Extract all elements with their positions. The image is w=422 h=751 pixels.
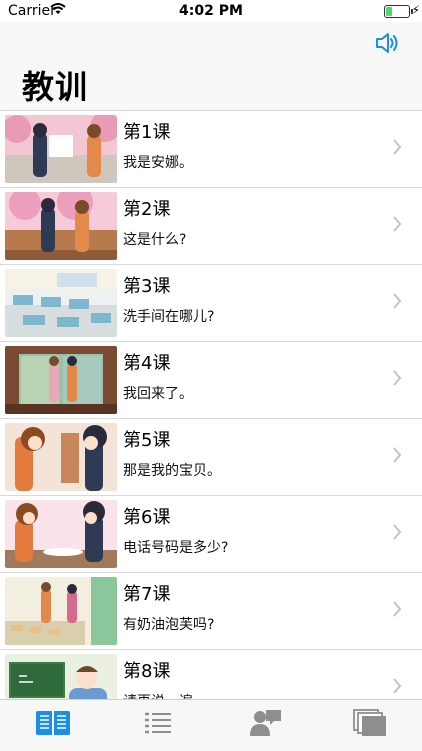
lesson-sentence: 请再说一遍。 (123, 691, 207, 699)
chevron-right-icon (393, 293, 402, 309)
chevron-right-icon (393, 678, 402, 694)
list-icon[interactable] (140, 708, 176, 738)
speaker-icon[interactable] (374, 30, 400, 56)
lesson-label: 第6课 (123, 507, 171, 528)
lesson-sentence: 这是什么? (123, 232, 187, 248)
lesson-thumbnail (5, 423, 117, 491)
lesson-thumbnail (5, 654, 117, 699)
clock: 4:02 PM (179, 3, 243, 19)
lesson-sentence: 洗手间在哪儿? (123, 309, 215, 325)
lesson-thumbnail (5, 269, 117, 337)
lesson-label: 第7课 (123, 584, 171, 605)
lesson-row[interactable]: 第8课 请再说一遍。 (0, 650, 422, 699)
lesson-row[interactable]: 第3课 洗手间在哪儿? (0, 265, 422, 342)
lesson-thumbnail (5, 577, 117, 645)
lesson-row[interactable]: 第1课 我是安娜。 (0, 111, 422, 188)
chevron-right-icon (393, 370, 402, 386)
chevron-right-icon (393, 524, 402, 540)
lesson-thumbnail (5, 500, 117, 568)
status-bar: Carrier 4:02 PM ⚡ (0, 0, 422, 22)
tab-bar (0, 699, 422, 751)
chevron-right-icon (393, 139, 402, 155)
lesson-label: 第2课 (123, 199, 171, 220)
battery-fill (386, 7, 392, 16)
lesson-row[interactable]: 第5课 那是我的宝贝。 (0, 419, 422, 496)
lesson-sentence: 我是安娜。 (123, 155, 193, 171)
battery-icon (384, 5, 413, 18)
lesson-sentence: 我回来了。 (123, 386, 193, 402)
lesson-label: 第8课 (123, 661, 171, 682)
conversation-icon[interactable] (247, 708, 283, 738)
cards-icon[interactable] (352, 708, 388, 738)
page-title: 教训 (22, 68, 89, 106)
lesson-sentence: 电话号码是多少? (123, 540, 229, 556)
lesson-thumbnail (5, 346, 117, 414)
chevron-right-icon (393, 216, 402, 232)
lesson-sentence: 有奶油泡芙吗? (123, 617, 215, 633)
lesson-label: 第1课 (123, 122, 171, 143)
lesson-label: 第5课 (123, 430, 171, 451)
lesson-sentence: 那是我的宝贝。 (123, 463, 221, 479)
lesson-row[interactable]: 第6课 电话号码是多少? (0, 496, 422, 573)
book-icon[interactable] (35, 708, 71, 738)
chevron-right-icon (393, 447, 402, 463)
lesson-thumbnail (5, 192, 117, 260)
lesson-row[interactable]: 第7课 有奶油泡芙吗? (0, 573, 422, 650)
lesson-label: 第4课 (123, 353, 171, 374)
lesson-thumbnail (5, 115, 117, 183)
charging-icon: ⚡ (411, 3, 420, 17)
lesson-row[interactable]: 第2课 这是什么? (0, 188, 422, 265)
lesson-list: 第1课 我是安娜。 第2课 这是什么? 第3课 洗手间在哪儿? 第4课 我回来了… (0, 111, 422, 699)
navigation-header: 教训 (0, 22, 422, 111)
lesson-label: 第3课 (123, 276, 171, 297)
lesson-row[interactable]: 第4课 我回来了。 (0, 342, 422, 419)
chevron-right-icon (393, 601, 402, 617)
